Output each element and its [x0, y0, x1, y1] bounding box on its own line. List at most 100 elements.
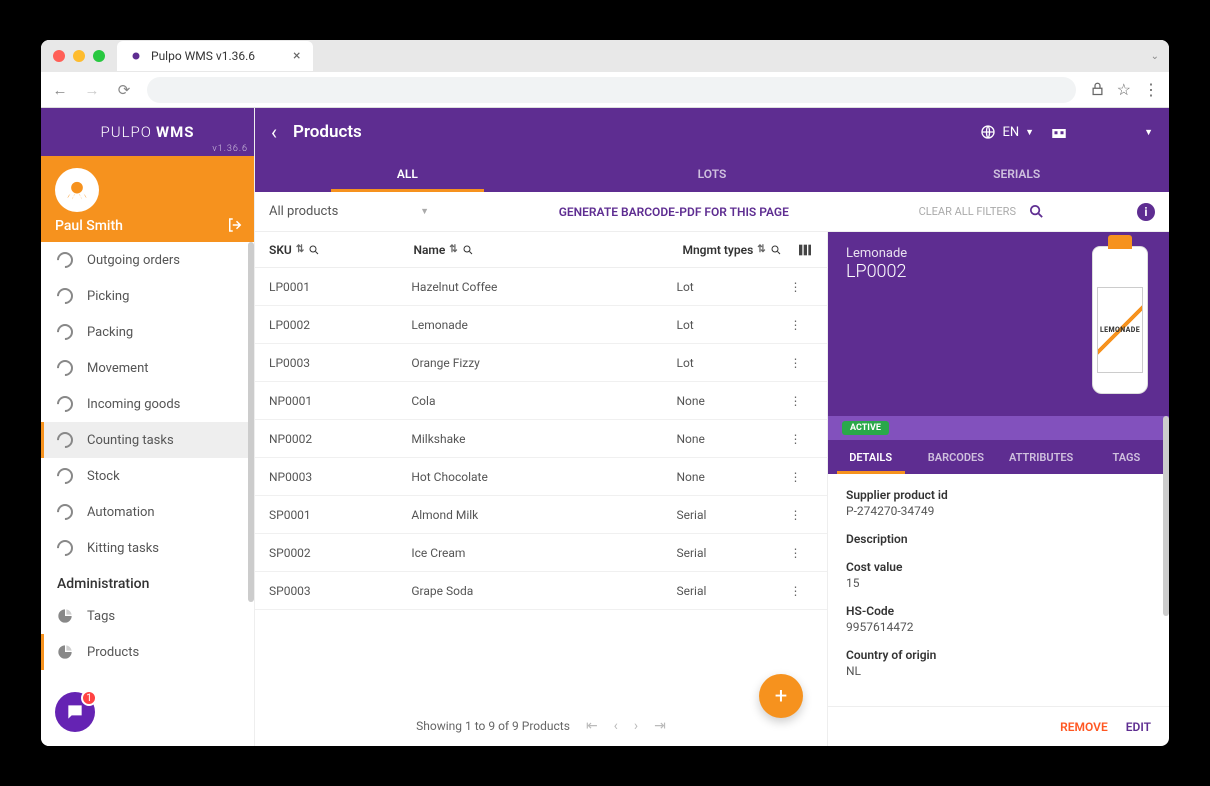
nav-movement[interactable]: Movement	[41, 350, 254, 386]
column-toggle-icon[interactable]	[797, 242, 813, 258]
browser-menu-icon[interactable]: ⋮	[1143, 80, 1159, 99]
warehouse-selector[interactable]	[1050, 123, 1068, 141]
tabs-chevron-icon[interactable]: ⌄	[1151, 51, 1159, 62]
row-actions-icon[interactable]: ⋮	[789, 470, 813, 484]
sort-icon: ⇅	[449, 244, 457, 255]
field-label: Country of origin	[846, 648, 1151, 662]
browser-back-icon[interactable]: ←	[51, 81, 69, 99]
browser-tab[interactable]: Pulpo WMS v1.36.6 ×	[117, 41, 313, 71]
app-body: PULPO WMS v1.36.6 Paul Smith Outgoing or…	[41, 108, 1169, 746]
nav-counting-tasks[interactable]: Counting tasks	[41, 422, 254, 458]
detail-tab-attributes[interactable]: ATTRIBUTES	[999, 440, 1084, 474]
nav-label: Picking	[87, 289, 129, 304]
bookmark-star-icon[interactable]: ☆	[1117, 80, 1131, 99]
row-actions-icon[interactable]: ⋮	[789, 356, 813, 370]
table-row[interactable]: NP0002MilkshakeNone⋮	[255, 420, 827, 458]
col-sku-header[interactable]: SKU ⇅	[269, 243, 413, 257]
edit-button[interactable]: EDIT	[1126, 720, 1151, 734]
nav-label: Counting tasks	[87, 433, 174, 448]
generate-barcode-button[interactable]: GENERATE BARCODE-PDF FOR THIS PAGE	[441, 205, 907, 219]
octopus-icon	[63, 176, 91, 204]
field-value: 15	[846, 576, 1151, 590]
detail-tab-tags[interactable]: TAGS	[1084, 440, 1169, 474]
close-window-icon[interactable]	[53, 50, 65, 62]
filter-bar: All products ▼ GENERATE BARCODE-PDF FOR …	[255, 192, 1169, 232]
minimize-window-icon[interactable]	[73, 50, 85, 62]
first-page-icon[interactable]: ⇤	[586, 718, 598, 734]
product-image: LEMONADE	[1085, 246, 1155, 406]
row-actions-icon[interactable]: ⋮	[789, 546, 813, 560]
info-icon[interactable]: i	[1137, 203, 1155, 221]
row-actions-icon[interactable]: ⋮	[789, 584, 813, 598]
detail-scrollbar[interactable]	[1163, 416, 1169, 616]
table-row[interactable]: NP0001ColaNone⋮	[255, 382, 827, 420]
page-title: Products	[293, 122, 964, 142]
nav-automation[interactable]: Automation	[41, 494, 254, 530]
search-icon[interactable]	[1028, 203, 1045, 220]
globe-icon	[980, 124, 996, 140]
brand-version: v1.36.6	[212, 144, 248, 154]
sidebar-scrollbar[interactable]	[248, 242, 254, 602]
table-row[interactable]: SP0001Almond MilkSerial⋮	[255, 496, 827, 534]
detail-tab-details[interactable]: DETAILS	[828, 440, 913, 474]
table-row[interactable]: LP0001Hazelnut CoffeeLot⋮	[255, 268, 827, 306]
chat-button[interactable]: 1	[55, 692, 95, 732]
row-actions-icon[interactable]: ⋮	[789, 432, 813, 446]
pie-icon	[57, 644, 73, 660]
browser-forward-icon[interactable]: →	[83, 81, 101, 99]
row-actions-icon[interactable]: ⋮	[789, 280, 813, 294]
url-bar[interactable]	[147, 77, 1076, 103]
back-arrow-icon[interactable]: ‹	[271, 120, 277, 144]
avatar[interactable]	[55, 168, 99, 212]
maximize-window-icon[interactable]	[93, 50, 105, 62]
table-row[interactable]: SP0003Grape SodaSerial⋮	[255, 572, 827, 610]
table-row[interactable]: LP0002LemonadeLot⋮	[255, 306, 827, 344]
last-page-icon[interactable]: ⇥	[654, 718, 666, 734]
remove-button[interactable]: REMOVE	[1060, 720, 1108, 734]
sort-icon: ⇅	[296, 244, 304, 255]
nav-section-administration: Administration	[41, 566, 254, 598]
nav-incoming-goods[interactable]: Incoming goods	[41, 386, 254, 422]
col-name-header[interactable]: Name ⇅	[413, 243, 682, 257]
col-mgmt-header[interactable]: Mngmt types ⇅	[682, 243, 797, 257]
nav-products[interactable]: Products	[41, 634, 254, 670]
language-selector[interactable]: EN ▼	[980, 124, 1034, 140]
table-row[interactable]: LP0003Orange FizzyLot⋮	[255, 344, 827, 382]
row-actions-icon[interactable]: ⋮	[789, 394, 813, 408]
add-product-fab[interactable]: +	[759, 674, 803, 718]
tab-serials[interactable]: SERIALS	[864, 156, 1169, 192]
share-icon[interactable]	[1090, 82, 1105, 97]
nav-tags[interactable]: Tags	[41, 598, 254, 634]
field-label: Cost value	[846, 560, 1151, 574]
tab-lots[interactable]: LOTS	[560, 156, 865, 192]
header-dropdown-icon[interactable]: ▼	[1144, 127, 1153, 138]
status-badge: ACTIVE	[842, 421, 889, 435]
browser-reload-icon[interactable]: ⟳	[115, 81, 133, 99]
nav-packing[interactable]: Packing	[41, 314, 254, 350]
row-actions-icon[interactable]: ⋮	[789, 318, 813, 332]
tab-close-icon[interactable]: ×	[293, 48, 300, 64]
table-row[interactable]: NP0003Hot ChocolateNone⋮	[255, 458, 827, 496]
content-row: SKU ⇅ Name ⇅ Mngmt types ⇅	[255, 232, 1169, 746]
language-label: EN	[1002, 125, 1019, 140]
cell-mgmt: Lot	[677, 356, 790, 370]
product-filter-select[interactable]: All products ▼	[269, 204, 429, 219]
cell-sku: SP0002	[269, 546, 411, 560]
tab-all[interactable]: ALL	[255, 156, 560, 192]
cell-sku: SP0001	[269, 508, 411, 522]
nav-outgoing-orders[interactable]: Outgoing orders	[41, 242, 254, 278]
table-row[interactable]: SP0002Ice CreamSerial⋮	[255, 534, 827, 572]
next-page-icon[interactable]: ›	[634, 718, 638, 734]
row-actions-icon[interactable]: ⋮	[789, 508, 813, 522]
progress-icon	[54, 501, 77, 524]
detail-tab-barcodes[interactable]: BARCODES	[913, 440, 998, 474]
nav-picking[interactable]: Picking	[41, 278, 254, 314]
nav-label: Automation	[87, 505, 155, 520]
nav-kitting-tasks[interactable]: Kitting tasks	[41, 530, 254, 566]
clear-filters-button[interactable]: CLEAR ALL FILTERS	[919, 205, 1016, 218]
nav-stock[interactable]: Stock	[41, 458, 254, 494]
logout-icon[interactable]	[226, 216, 244, 234]
cell-mgmt: Serial	[677, 584, 790, 598]
prev-page-icon[interactable]: ‹	[614, 718, 618, 734]
nav-scroll: Outgoing orders Picking Packing Movement…	[41, 242, 254, 746]
